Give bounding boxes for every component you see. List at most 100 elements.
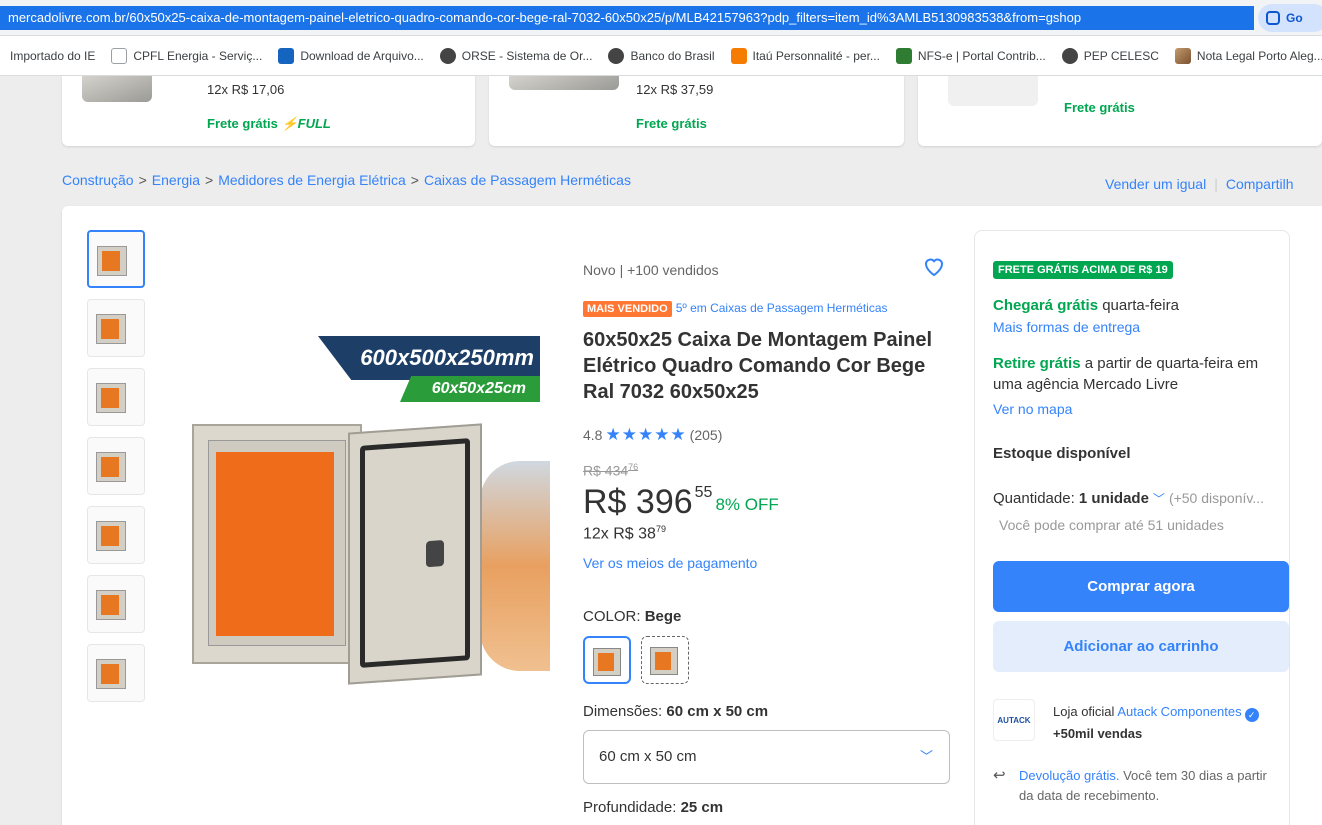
- bookmark-item[interactable]: Banco do Brasil: [608, 47, 715, 64]
- seller-line: Loja oficial Autack Componentes ✓: [1053, 701, 1259, 723]
- more-delivery-link[interactable]: Mais formas de entrega: [993, 319, 1140, 335]
- related-products: 12x R$ 17,06 Frete grátis ⚡FULL 12x R$ 3…: [0, 76, 1322, 146]
- card-installment: 12x R$ 37,59: [636, 82, 714, 97]
- breadcrumb-separator: >: [138, 172, 147, 188]
- breadcrumb-link[interactable]: Energia: [152, 172, 200, 188]
- color-swatch-alt[interactable]: [641, 636, 690, 684]
- globe-icon: [439, 47, 456, 64]
- seller-logo[interactable]: AUTACK: [993, 699, 1035, 741]
- bookmark-item[interactable]: PEP CELESC: [1061, 47, 1159, 64]
- bookmark-item[interactable]: NFS-e | Portal Contrib...: [895, 47, 1046, 64]
- bookmark-label: ORSE - Sistema de Or...: [461, 48, 593, 63]
- buy-now-button[interactable]: Comprar agora: [993, 561, 1289, 612]
- bookmark-item[interactable]: Itaú Personnalité - per...: [730, 47, 880, 64]
- free-return-link[interactable]: Devolução grátis.: [1019, 768, 1119, 783]
- bookmark-label: Importado do IE: [10, 48, 96, 63]
- gallery-thumbnail[interactable]: [87, 506, 145, 564]
- related-card[interactable]: Frete grátis: [918, 76, 1322, 146]
- breadcrumb-link[interactable]: Construção: [62, 172, 134, 188]
- gallery-thumbnail[interactable]: [87, 368, 145, 426]
- breadcrumb: Construção > Energia > Medidores de Energia …: [62, 172, 631, 188]
- sell-similar-link[interactable]: Vender um igual: [1105, 176, 1206, 192]
- bookmark-item[interactable]: ORSE - Sistema de Or...: [439, 47, 593, 64]
- seller-sales: +50mil vendas: [1053, 723, 1259, 745]
- gallery-thumbnail[interactable]: [87, 299, 145, 357]
- stock-status: Estoque disponível: [993, 445, 1131, 462]
- color-swatch-bege[interactable]: [583, 636, 631, 684]
- map-link[interactable]: Ver no mapa: [993, 401, 1072, 417]
- purchase-limit: Você pode comprar até 51 unidades: [999, 517, 1224, 533]
- bookmark-item[interactable]: Nota Legal Porto Aleg...: [1174, 47, 1322, 64]
- depth-value: 25 cm: [680, 799, 724, 816]
- picture-icon: [1174, 47, 1191, 64]
- cabinet-body: [192, 424, 362, 664]
- gallery-thumbnail[interactable]: [87, 230, 145, 288]
- related-card[interactable]: 12x R$ 17,06 Frete grátis ⚡FULL: [62, 76, 475, 146]
- lens-icon: [1266, 11, 1280, 25]
- bookmark-label: Nota Legal Porto Aleg...: [1196, 48, 1322, 63]
- main-product-image[interactable]: 600x500x250mm 60x50x25cm: [180, 336, 550, 685]
- dimension-select[interactable]: 60 cm x 50 cm ﹀: [583, 730, 950, 784]
- bookmark-label: Banco do Brasil: [630, 48, 715, 63]
- inset-photo: [480, 461, 550, 671]
- bookmark-item[interactable]: Download de Arquivo...: [278, 47, 424, 64]
- star-icons: ★★★★★: [605, 425, 687, 444]
- gallery-thumbnail[interactable]: [87, 575, 145, 633]
- divider: |: [1214, 176, 1218, 192]
- mounting-plate: [216, 452, 334, 636]
- dimension-value: 60 cm x 50 cm: [666, 703, 769, 720]
- breadcrumb-link[interactable]: Medidores de Energia Elétrica: [218, 172, 406, 188]
- seller-prefix: Loja oficial: [1053, 704, 1118, 719]
- itau-icon: [730, 47, 747, 64]
- chevron-down-icon: ﹀: [1152, 492, 1165, 506]
- bookmark-label: Itaú Personnalité - per...: [752, 48, 880, 63]
- heart-icon[interactable]: [922, 254, 946, 278]
- bookmark-item[interactable]: Importado do IE: [10, 49, 95, 63]
- gallery-thumbnail[interactable]: [87, 644, 145, 702]
- bestseller-badge: MAIS VENDIDO: [583, 301, 672, 317]
- rating[interactable]: 4.8 ★★★★★ (205): [583, 425, 722, 445]
- seller-name-link[interactable]: Autack Componentes: [1117, 704, 1241, 719]
- discount-label: 8% OFF: [715, 495, 779, 514]
- swatch-image: [593, 648, 621, 676]
- share-link[interactable]: Compartilh: [1226, 176, 1294, 192]
- thumbnail-image: [96, 521, 126, 551]
- product-thumbnail: [82, 76, 152, 102]
- dimension-label: Dimensões: 60 cm x 50 cm: [583, 703, 768, 720]
- product-thumbnail: [948, 76, 1038, 106]
- return-arrow-icon: ↩: [993, 767, 1006, 784]
- address-bar[interactable]: mercadolivre.com.br/60x50x25-caixa-de-mo…: [0, 6, 1254, 30]
- quantity-label: Quantidade:: [993, 490, 1079, 507]
- arrival-rest: quarta-feira: [1098, 297, 1179, 314]
- breadcrumb-separator: >: [410, 172, 419, 188]
- bookmark-item[interactable]: CPFL Energia - Serviç...: [111, 47, 262, 64]
- add-to-cart-button[interactable]: Adicionar ao carrinho: [993, 621, 1289, 672]
- color-value: Bege: [644, 608, 682, 625]
- breadcrumb-link[interactable]: Caixas de Passagem Herméticas: [424, 172, 631, 188]
- price-value: R$ 396: [583, 483, 693, 521]
- gallery-thumbnail[interactable]: [87, 437, 145, 495]
- original-price-cents: 76: [628, 462, 639, 472]
- size-banner: 600x500x250mm: [318, 336, 540, 380]
- thumbnail-image: [96, 314, 126, 344]
- google-lens-button[interactable]: Go: [1258, 4, 1322, 32]
- thumbnail-image: [96, 452, 126, 482]
- original-price: R$ 43476: [583, 462, 638, 479]
- pickup-info: Retire grátis a partir de quarta-feira e…: [993, 353, 1289, 395]
- lens-label: Go: [1286, 11, 1303, 25]
- thumbnail-image: [96, 590, 126, 620]
- payment-methods-link[interactable]: Ver os meios de pagamento: [583, 555, 757, 571]
- door-gasket: [360, 438, 470, 668]
- cabinet-door: [348, 423, 482, 685]
- quantity-selector[interactable]: Quantidade: 1 unidade ﹀ (+50 disponív...: [993, 490, 1264, 507]
- shipping-text: Frete grátis: [207, 116, 278, 131]
- download-icon: [278, 47, 295, 64]
- product-title: 60x50x25 Caixa De Montagem Painel Elétri…: [583, 329, 933, 403]
- dimension-label-text: Dimensões:: [583, 703, 667, 720]
- related-card[interactable]: 12x R$ 37,59 Frete grátis: [489, 76, 904, 146]
- color-label: COLOR: Bege: [583, 608, 681, 625]
- category-rank-link[interactable]: 5º em Caixas de Passagem Herméticas: [676, 301, 888, 315]
- free-shipping-badge: FRETE GRÁTIS ACIMA DE R$ 19: [993, 261, 1173, 279]
- condition-sold: Novo | +100 vendidos: [583, 262, 719, 278]
- price-cents: 55: [694, 484, 713, 501]
